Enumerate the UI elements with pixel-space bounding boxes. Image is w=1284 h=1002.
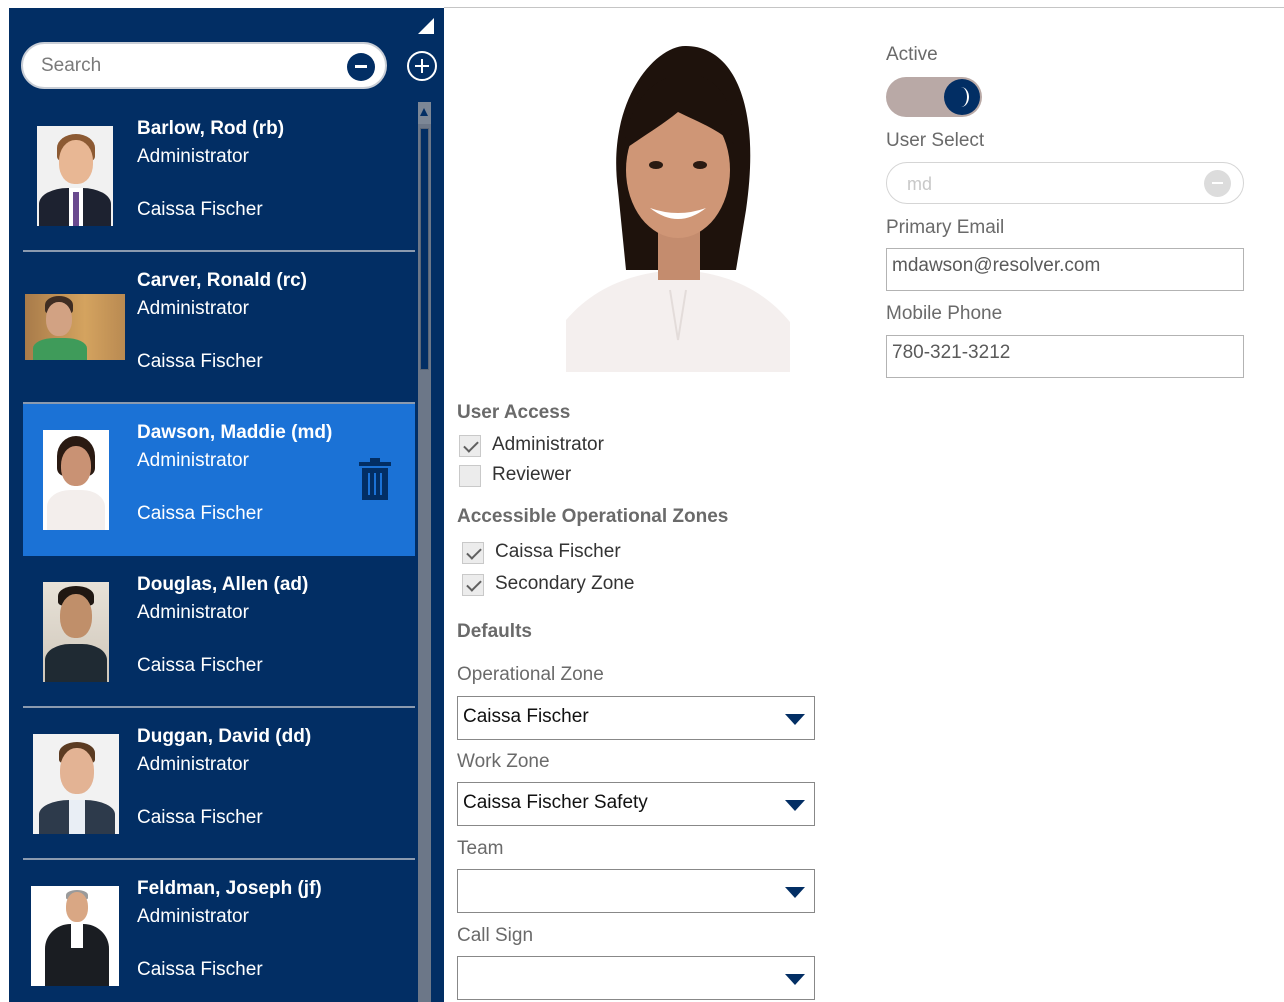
- user-name: Duggan, David (dd): [137, 726, 312, 747]
- checkbox[interactable]: [459, 465, 481, 487]
- user-zone: Caissa Fischer: [137, 807, 263, 828]
- caret-down-icon[interactable]: [785, 714, 805, 725]
- user-list: Barlow, Rod (rb) Administrator Caissa Fi…: [23, 100, 415, 1002]
- user-role: Administrator: [137, 754, 249, 775]
- scroll-up-arrow-icon[interactable]: [418, 102, 431, 124]
- caret-down-icon[interactable]: [785, 800, 805, 811]
- checkbox-label: Caissa Fischer: [495, 541, 621, 562]
- mobile-phone-value: 780-321-3212: [892, 342, 1011, 363]
- search-clear-icon[interactable]: [347, 53, 375, 81]
- collapse-corner-icon[interactable]: [418, 18, 434, 34]
- team-label: Team: [457, 838, 504, 859]
- active-toggle[interactable]: [886, 77, 982, 117]
- user-card-duggan[interactable]: Duggan, David (dd) Administrator Caissa …: [23, 708, 415, 860]
- user-role: Administrator: [137, 146, 249, 167]
- search-box[interactable]: [21, 42, 387, 89]
- user-zone: Caissa Fischer: [137, 503, 263, 524]
- avatar: [37, 126, 113, 226]
- user-name: Barlow, Rod (rb): [137, 118, 285, 139]
- zones-title: Accessible Operational Zones: [457, 506, 729, 527]
- user-card-carver[interactable]: Carver, Ronald (rc) Administrator Caissa…: [23, 252, 415, 404]
- user-list-panel: Barlow, Rod (rb) Administrator Caissa Fi…: [9, 8, 444, 1002]
- profile-portrait-image: [566, 40, 790, 372]
- profile-photo[interactable]: [566, 40, 790, 372]
- caret-down-icon[interactable]: [785, 887, 805, 898]
- operational-zone-label: Operational Zone: [457, 664, 604, 685]
- user-zone: Caissa Fischer: [137, 351, 263, 372]
- operational-zone-value: Caissa Fischer: [463, 706, 589, 727]
- user-role: Administrator: [137, 450, 249, 471]
- user-role: Administrator: [137, 298, 249, 319]
- user-select-label: User Select: [886, 130, 985, 151]
- user-card-feldman[interactable]: Feldman, Joseph (jf) Administrator Caiss…: [23, 860, 415, 1002]
- avatar: [43, 430, 109, 530]
- avatar: [31, 886, 119, 986]
- avatar: [33, 734, 119, 834]
- user-card-douglas[interactable]: Douglas, Allen (ad) Administrator Caissa…: [23, 556, 415, 708]
- checkbox-label: Administrator: [492, 434, 604, 455]
- trash-icon[interactable]: [359, 458, 391, 500]
- user-role: Administrator: [137, 602, 249, 623]
- user-select-value: md: [907, 174, 933, 194]
- checkbox-label: Secondary Zone: [495, 573, 635, 594]
- user-card-barlow[interactable]: Barlow, Rod (rb) Administrator Caissa Fi…: [23, 100, 415, 252]
- work-zone-value: Caissa Fischer Safety: [463, 792, 648, 813]
- user-select-field[interactable]: md: [886, 162, 1244, 204]
- primary-email-label: Primary Email: [886, 217, 1005, 238]
- top-divider: [444, 7, 1284, 8]
- user-name: Feldman, Joseph (jf): [137, 878, 322, 899]
- mobile-phone-label: Mobile Phone: [886, 303, 1003, 324]
- work-zone-label: Work Zone: [457, 751, 550, 772]
- user-card-dawson[interactable]: Dawson, Maddie (md) Administrator Caissa…: [23, 404, 415, 556]
- clear-icon[interactable]: [1204, 170, 1231, 197]
- user-name: Carver, Ronald (rc): [137, 270, 307, 291]
- active-label: Active: [886, 44, 938, 65]
- work-zone-select[interactable]: Caissa Fischer Safety: [457, 782, 815, 826]
- call-sign-label: Call Sign: [457, 925, 534, 946]
- primary-email-field[interactable]: mdawson@resolver.com: [886, 248, 1244, 291]
- toggle-knob-icon: [944, 79, 980, 115]
- checkbox-label: Reviewer: [492, 464, 572, 485]
- checkbox[interactable]: [462, 574, 484, 596]
- team-select[interactable]: [457, 869, 815, 913]
- primary-email-value: mdawson@resolver.com: [892, 255, 1101, 276]
- caret-down-icon[interactable]: [785, 974, 805, 985]
- search-input[interactable]: [41, 54, 341, 78]
- user-role: Administrator: [137, 906, 249, 927]
- user-zone: Caissa Fischer: [137, 959, 263, 980]
- checkbox[interactable]: [459, 435, 481, 457]
- avatar: [25, 294, 125, 360]
- scrollbar-thumb[interactable]: [420, 128, 429, 370]
- call-sign-select[interactable]: [457, 956, 815, 1000]
- user-zone: Caissa Fischer: [137, 199, 263, 220]
- avatar: [43, 582, 109, 682]
- checkbox[interactable]: [462, 542, 484, 564]
- add-user-button[interactable]: [407, 51, 437, 81]
- user-name: Dawson, Maddie (md): [137, 422, 333, 443]
- defaults-title: Defaults: [457, 621, 532, 642]
- user-zone: Caissa Fischer: [137, 655, 263, 676]
- user-name: Douglas, Allen (ad): [137, 574, 309, 595]
- mobile-phone-field[interactable]: 780-321-3212: [886, 335, 1244, 378]
- user-access-title: User Access: [457, 402, 571, 423]
- operational-zone-select[interactable]: Caissa Fischer: [457, 696, 815, 740]
